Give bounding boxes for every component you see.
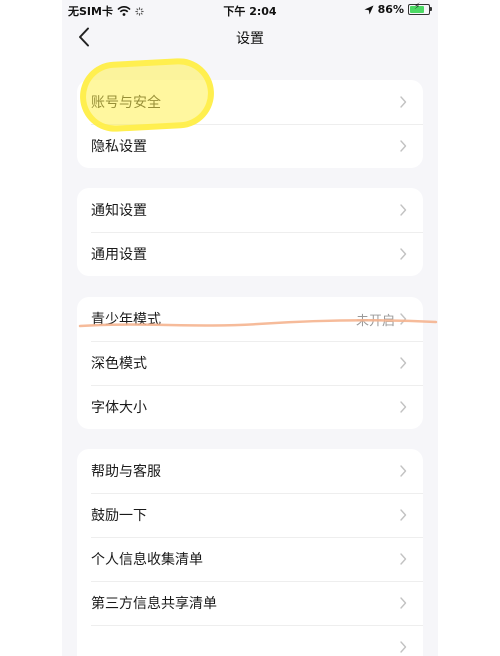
settings-item-account-security[interactable]: 账号与安全	[77, 80, 423, 124]
settings-item-dark-mode[interactable]: 深色模式	[77, 341, 423, 385]
settings-item-label: 第三方信息共享清单	[91, 596, 217, 612]
settings-item-general[interactable]: 通用设置	[77, 232, 423, 276]
settings-group-general: 通知设置 通用设置	[77, 188, 423, 276]
chevron-right-icon	[400, 597, 407, 609]
status-bar: 无SIM卡 下午 2:04 86% ⚡	[62, 0, 438, 20]
settings-item-label: 字体大小	[91, 400, 147, 416]
settings-item-label: 通用设置	[91, 247, 147, 263]
chevron-right-icon	[400, 641, 407, 653]
settings-item-teen-mode[interactable]: 青少年模式 未开启	[77, 297, 423, 341]
settings-group-display: 青少年模式 未开启 深色模式 字体大小	[77, 297, 423, 429]
settings-item-label: 个人信息收集清单	[91, 552, 203, 568]
battery-percent: 86%	[377, 3, 404, 16]
faded-item-label	[91, 639, 95, 655]
settings-item-third-party-list[interactable]: 第三方信息共享清单	[77, 581, 423, 625]
settings-screen: 无SIM卡 下午 2:04 86% ⚡ 设置 账号与安全 隐私设置 通知设置 通…	[62, 0, 438, 656]
chevron-right-icon	[400, 204, 407, 216]
chevron-right-icon	[400, 401, 407, 413]
chevron-right-icon	[400, 465, 407, 477]
battery-charging-icon: ⚡	[408, 2, 432, 15]
settings-item-personal-info-list[interactable]: 个人信息收集清单	[77, 537, 423, 581]
page-title: 设置	[236, 31, 264, 47]
navigation-bar: 设置	[62, 22, 438, 54]
chevron-right-icon	[400, 313, 407, 325]
settings-item-label: 青少年模式	[91, 312, 161, 328]
settings-group-account: 账号与安全 隐私设置	[77, 80, 423, 168]
settings-item-right: 未开启	[356, 310, 407, 329]
chevron-right-icon	[400, 357, 407, 369]
chevron-right-icon	[400, 140, 407, 152]
chevron-right-icon	[400, 509, 407, 521]
location-arrow-icon	[364, 5, 374, 14]
settings-item-encourage[interactable]: 鼓励一下	[77, 493, 423, 537]
status-right: 86% ⚡	[364, 2, 432, 16]
settings-item-help-support[interactable]: 帮助与客服	[77, 449, 423, 493]
chevron-right-icon	[400, 248, 407, 260]
settings-item-label: 深色模式	[91, 356, 147, 372]
settings-item-notifications[interactable]: 通知设置	[77, 188, 423, 232]
teen-mode-status: 未开启	[355, 313, 395, 329]
settings-item-faded[interactable]	[77, 625, 423, 656]
settings-item-label: 隐私设置	[91, 139, 147, 155]
chevron-right-icon	[400, 553, 407, 565]
settings-item-font-size[interactable]: 字体大小	[77, 385, 423, 429]
settings-item-label: 帮助与客服	[91, 464, 161, 480]
chevron-right-icon	[400, 96, 407, 108]
settings-item-label: 通知设置	[91, 203, 147, 219]
settings-item-privacy[interactable]: 隐私设置	[77, 124, 423, 168]
settings-item-label: 账号与安全	[91, 95, 161, 111]
settings-item-label: 鼓励一下	[91, 508, 147, 524]
settings-group-help: 帮助与客服 鼓励一下 个人信息收集清单 第三方信息共享清单	[77, 449, 423, 656]
